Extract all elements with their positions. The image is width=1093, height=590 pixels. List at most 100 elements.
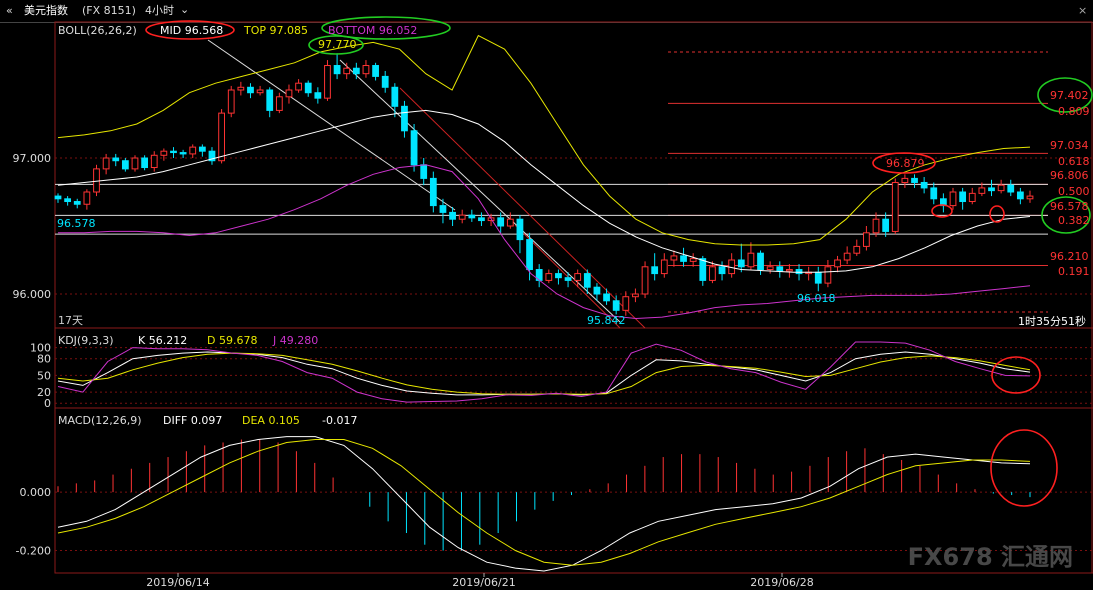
candle-down — [651, 266, 659, 275]
candle-up — [275, 96, 283, 111]
x-tick-label: 2019/06/21 — [452, 576, 515, 589]
candle-down — [304, 82, 312, 94]
candle-down — [555, 273, 562, 279]
price-chart: 97.00096.00010080502000.000-0.2002019/06… — [13, 16, 1093, 589]
candle-down — [930, 187, 938, 200]
candle-down — [603, 293, 610, 302]
period-label: 17天 — [58, 314, 83, 327]
kdj-name[interactable]: KDJ(9,3,3) — [58, 334, 114, 347]
fib-ratio-0: 0.809 — [1058, 105, 1090, 118]
candle-down — [699, 258, 707, 281]
candle-down — [468, 214, 476, 219]
candle-up — [641, 266, 649, 295]
y-tick-label: 97.000 — [13, 152, 52, 165]
candle-down — [141, 157, 149, 169]
candle-down — [266, 89, 274, 111]
candle-up — [670, 255, 678, 261]
countdown-label: 1时35分51秒 — [1018, 315, 1086, 328]
candle-up — [660, 259, 668, 275]
boll-bottom-line — [58, 164, 1031, 320]
candle-up — [843, 252, 851, 261]
candle-up — [131, 157, 139, 170]
candle-up — [949, 191, 957, 207]
kdj-j-line — [57, 341, 1031, 403]
candle-up — [256, 89, 264, 94]
candle-down — [795, 269, 803, 275]
macd-name[interactable]: MACD(12,26,9) — [58, 414, 142, 427]
candle-up — [978, 187, 986, 194]
macd-y-tick-label: -0.200 — [16, 545, 51, 558]
candle-up — [1026, 195, 1034, 200]
candle-up — [766, 266, 774, 271]
candle-down — [593, 286, 601, 295]
boll-bottom-label: BOTTOM 96.052 — [328, 24, 418, 37]
low-label: 95.842 — [587, 314, 626, 327]
kdj-y-tick-label: 50 — [37, 369, 51, 382]
candle-down — [247, 86, 254, 94]
kdj-d-label: D 59.678 — [207, 334, 258, 347]
candle-down — [170, 150, 177, 154]
watermark-logo: FX678 汇通网 — [907, 543, 1073, 571]
candle-down — [959, 191, 967, 203]
trend-line-red — [399, 87, 646, 329]
candle-down — [198, 146, 206, 152]
y-tick-label: 96.000 — [13, 288, 52, 301]
high-label: 97.770 — [318, 38, 357, 51]
candle-down — [54, 195, 62, 200]
candle-down — [564, 277, 572, 281]
peak2-label: 96.879 — [886, 157, 925, 170]
candle-down — [911, 177, 918, 183]
candle-up — [901, 177, 909, 183]
fib-ratio-3: 0.382 — [1058, 214, 1090, 227]
macd-dea-label: DEA 0.105 — [242, 414, 300, 427]
candle-down — [372, 65, 379, 77]
candle-up — [458, 214, 466, 220]
candle-down — [680, 255, 687, 262]
candle-up — [227, 89, 235, 114]
candle-up — [295, 82, 302, 91]
fib-price-1: 97.034 — [1050, 139, 1089, 152]
candle-up — [285, 89, 293, 98]
macd-value-label: -0.017 — [322, 414, 358, 427]
candle-down — [497, 217, 505, 227]
candle-up — [574, 273, 582, 281]
candle-up — [506, 218, 514, 227]
candle-down — [516, 218, 524, 241]
annotation-ellipse-red — [990, 429, 1058, 507]
candle-down — [439, 205, 447, 213]
candle-down — [401, 105, 408, 132]
candle-down — [1016, 191, 1024, 200]
macd-diff-label: DIFF 0.097 — [163, 414, 223, 427]
candle-down — [73, 201, 81, 205]
candle-up — [83, 191, 91, 205]
candle-up — [891, 181, 899, 232]
candle-down — [737, 259, 745, 268]
boll-mid-label: MID 96.568 — [160, 24, 224, 37]
x-tick-label: 2019/06/14 — [146, 576, 209, 589]
candle-down — [776, 266, 784, 272]
fib-price-4: 96.210 — [1050, 250, 1089, 263]
kdj-j-label: J 49.280 — [273, 334, 319, 347]
candle-down — [920, 181, 928, 189]
candle-down — [882, 218, 890, 232]
candle-down — [179, 152, 187, 155]
candle-down — [478, 217, 485, 222]
candle-down — [429, 177, 437, 207]
candle-up — [160, 150, 168, 156]
fib-ratio-1: 0.618 — [1058, 155, 1090, 168]
boll-mid-line — [57, 109, 1031, 273]
candle-down — [410, 130, 418, 166]
candle-up — [150, 154, 158, 169]
macd-diff-line — [57, 436, 1031, 572]
candle-down — [814, 271, 822, 284]
candle-up — [189, 146, 197, 155]
candle-up — [689, 258, 697, 262]
candle-up — [93, 168, 100, 193]
candle-up — [872, 218, 880, 234]
boll-name[interactable]: BOLL(26,26,2) — [58, 24, 137, 37]
candle-up — [834, 259, 841, 268]
boll-top-label: TOP 97.085 — [244, 24, 308, 37]
candle-down — [757, 252, 764, 271]
fib-ratio-2: 0.500 — [1058, 185, 1090, 198]
candle-up — [997, 184, 1005, 192]
